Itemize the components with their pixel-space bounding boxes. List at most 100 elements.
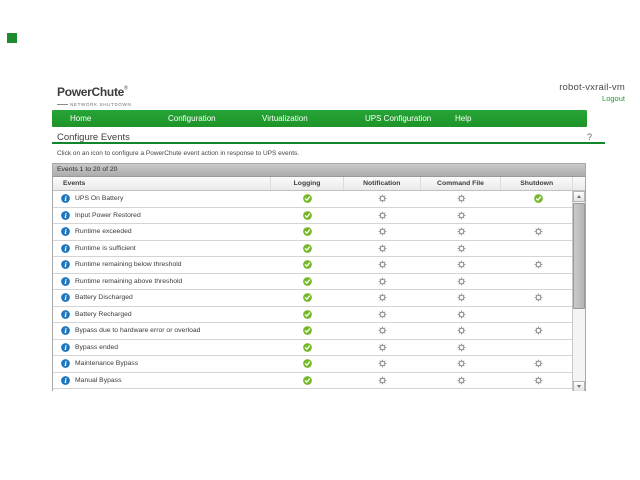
gear-icon[interactable] (378, 293, 387, 302)
gear-icon[interactable] (457, 326, 466, 335)
command-file-cell[interactable] (421, 340, 502, 356)
notification-cell[interactable] (344, 274, 421, 290)
info-icon[interactable]: i (61, 359, 70, 368)
gear-icon[interactable] (378, 376, 387, 385)
gear-icon[interactable] (457, 194, 466, 203)
info-icon[interactable]: i (61, 244, 70, 253)
command-file-cell[interactable] (421, 257, 502, 273)
check-circle-icon[interactable] (303, 359, 312, 368)
check-circle-icon[interactable] (303, 227, 312, 236)
shutdown-cell[interactable] (502, 241, 574, 257)
gear-icon[interactable] (378, 260, 387, 269)
logging-cell[interactable] (271, 356, 344, 372)
shutdown-cell[interactable] (502, 191, 574, 207)
gear-icon[interactable] (378, 359, 387, 368)
info-icon[interactable]: i (61, 376, 70, 385)
info-icon[interactable]: i (61, 194, 70, 203)
shutdown-cell[interactable] (502, 290, 574, 306)
check-circle-icon[interactable] (303, 326, 312, 335)
info-icon[interactable]: i (61, 211, 70, 220)
nav-item-virtualization[interactable]: Virtualization (262, 114, 308, 123)
command-file-cell[interactable] (421, 307, 502, 323)
check-circle-icon[interactable] (303, 343, 312, 352)
scrollbar-thumb[interactable] (573, 203, 585, 309)
check-circle-icon[interactable] (303, 194, 312, 203)
gear-icon[interactable] (378, 326, 387, 335)
notification-cell[interactable] (344, 307, 421, 323)
command-file-cell[interactable] (421, 356, 502, 372)
notification-cell[interactable] (344, 241, 421, 257)
check-circle-icon[interactable] (303, 310, 312, 319)
shutdown-cell[interactable] (502, 323, 574, 339)
gear-icon[interactable] (534, 359, 543, 368)
gear-icon[interactable] (534, 376, 543, 385)
gear-icon[interactable] (534, 293, 543, 302)
gear-icon[interactable] (457, 227, 466, 236)
gear-icon[interactable] (378, 277, 387, 286)
info-icon[interactable]: i (61, 260, 70, 269)
logging-cell[interactable] (271, 257, 344, 273)
shutdown-cell[interactable] (502, 373, 574, 389)
gear-icon[interactable] (457, 310, 466, 319)
command-file-cell[interactable] (421, 191, 502, 207)
info-icon[interactable]: i (61, 326, 70, 335)
gear-icon[interactable] (378, 244, 387, 253)
notification-cell[interactable] (344, 356, 421, 372)
check-circle-icon[interactable] (534, 194, 543, 203)
gear-icon[interactable] (457, 293, 466, 302)
shutdown-cell[interactable] (502, 356, 574, 372)
nav-item-help[interactable]: Help (455, 114, 471, 123)
logging-cell[interactable] (271, 323, 344, 339)
vertical-scrollbar[interactable] (572, 191, 585, 391)
command-file-cell[interactable] (421, 241, 502, 257)
command-file-cell[interactable] (421, 373, 502, 389)
shutdown-cell[interactable] (502, 340, 574, 356)
logging-cell[interactable] (271, 224, 344, 240)
gear-icon[interactable] (534, 260, 543, 269)
gear-icon[interactable] (378, 227, 387, 236)
logging-cell[interactable] (271, 191, 344, 207)
notification-cell[interactable] (344, 191, 421, 207)
shutdown-cell[interactable] (502, 224, 574, 240)
notification-cell[interactable] (344, 373, 421, 389)
scroll-up-button[interactable] (573, 191, 585, 202)
command-file-cell[interactable] (421, 274, 502, 290)
notification-cell[interactable] (344, 257, 421, 273)
info-icon[interactable]: i (61, 277, 70, 286)
gear-icon[interactable] (534, 326, 543, 335)
gear-icon[interactable] (457, 260, 466, 269)
shutdown-cell[interactable] (502, 274, 574, 290)
shutdown-cell[interactable] (502, 307, 574, 323)
check-circle-icon[interactable] (303, 244, 312, 253)
command-file-cell[interactable] (421, 290, 502, 306)
help-question-link[interactable]: ? (587, 132, 592, 142)
check-circle-icon[interactable] (303, 376, 312, 385)
logging-cell[interactable] (271, 290, 344, 306)
check-circle-icon[interactable] (303, 260, 312, 269)
gear-icon[interactable] (378, 310, 387, 319)
command-file-cell[interactable] (421, 224, 502, 240)
check-circle-icon[interactable] (303, 277, 312, 286)
logging-cell[interactable] (271, 208, 344, 224)
logging-cell[interactable] (271, 274, 344, 290)
logging-cell[interactable] (271, 241, 344, 257)
gear-icon[interactable] (378, 211, 387, 220)
check-circle-icon[interactable] (303, 293, 312, 302)
check-circle-icon[interactable] (303, 211, 312, 220)
gear-icon[interactable] (457, 376, 466, 385)
info-icon[interactable]: i (61, 343, 70, 352)
nav-item-configuration[interactable]: Configuration (168, 114, 216, 123)
notification-cell[interactable] (344, 208, 421, 224)
nav-item-ups-configuration[interactable]: UPS Configuration (365, 114, 431, 123)
shutdown-cell[interactable] (502, 257, 574, 273)
notification-cell[interactable] (344, 224, 421, 240)
gear-icon[interactable] (534, 227, 543, 236)
logging-cell[interactable] (271, 307, 344, 323)
gear-icon[interactable] (457, 343, 466, 352)
shutdown-cell[interactable] (502, 208, 574, 224)
gear-icon[interactable] (457, 277, 466, 286)
gear-icon[interactable] (457, 359, 466, 368)
info-icon[interactable]: i (61, 293, 70, 302)
info-icon[interactable]: i (61, 227, 70, 236)
command-file-cell[interactable] (421, 208, 502, 224)
